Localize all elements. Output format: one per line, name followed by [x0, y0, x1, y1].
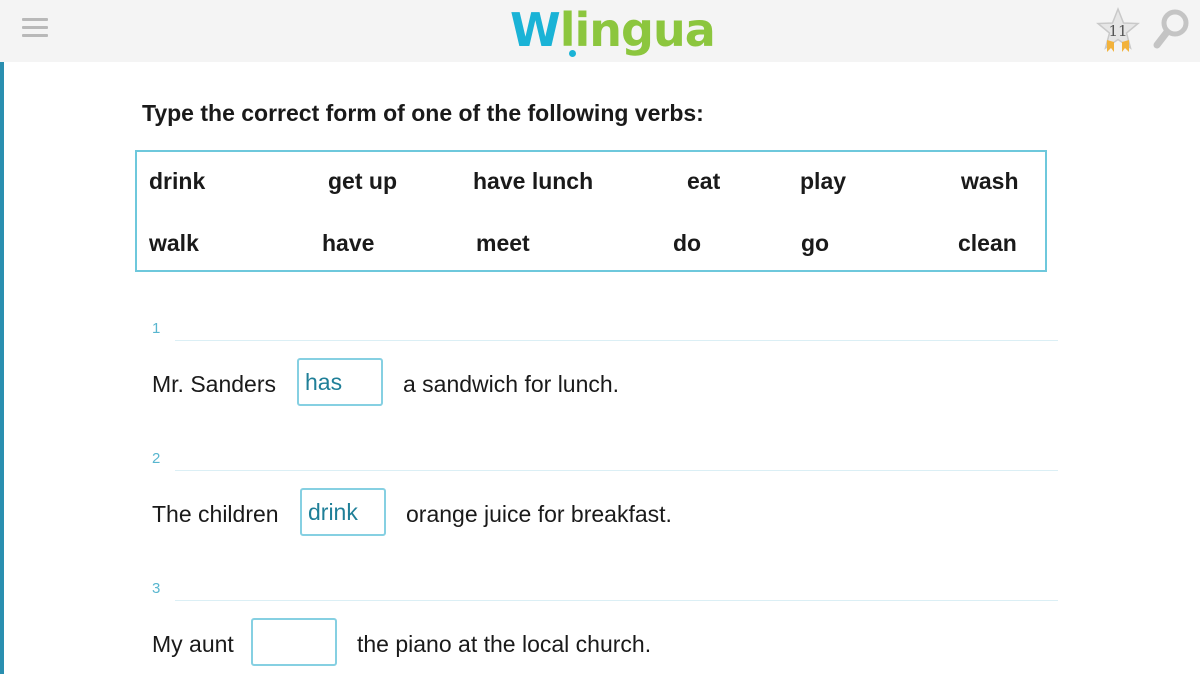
app-window: Wlingua 11 Type the correct form of one … [0, 0, 1200, 674]
question-divider [175, 340, 1058, 341]
verb-item: have lunch [473, 168, 594, 194]
question-text-after: the piano at the local church. [357, 631, 652, 657]
question-text-before: My aunt [152, 631, 234, 657]
question-text-after: orange juice for breakfast. [406, 501, 672, 527]
question-divider [175, 470, 1058, 471]
answer-input[interactable]: has [297, 358, 383, 406]
verb-item: play [800, 168, 847, 194]
answer-input[interactable] [251, 618, 337, 666]
question-number: 3 [152, 580, 161, 597]
question-text-before: Mr. Sanders [152, 371, 276, 397]
logo-dot [569, 50, 576, 57]
hamburger-menu-icon[interactable] [22, 16, 48, 40]
search-icon[interactable] [1152, 6, 1192, 50]
question-number: 2 [152, 450, 161, 467]
logo-letter-w: W [510, 3, 561, 57]
star-count: 11 [1108, 22, 1128, 40]
question-text-after: a sandwich for lunch. [403, 371, 620, 397]
verb-item: walk [149, 230, 199, 256]
verb-bank: drink get up have lunch eat play wash wa… [135, 150, 1047, 272]
question-divider [175, 600, 1058, 601]
verb-item: meet [476, 230, 530, 256]
question-number: 1 [152, 320, 161, 337]
left-edge-border [0, 0, 4, 674]
answer-input[interactable]: drink [300, 488, 386, 536]
wlingua-logo: Wlingua [510, 2, 716, 62]
verb-item: go [801, 230, 830, 256]
verb-item: wash [961, 168, 1019, 194]
question-text-before: The children [152, 501, 279, 527]
star-badge[interactable]: 11 [1095, 6, 1141, 56]
verb-item: do [673, 230, 702, 256]
top-bar: Wlingua 11 [0, 0, 1200, 62]
verb-item: clean [958, 230, 1017, 256]
verb-item: drink [149, 168, 206, 194]
verb-item: get up [328, 168, 397, 194]
exercise-instruction: Type the correct form of one of the foll… [142, 100, 704, 126]
verb-item: have [322, 230, 375, 256]
logo-text: lingua [559, 3, 716, 57]
verb-item: eat [687, 168, 721, 194]
